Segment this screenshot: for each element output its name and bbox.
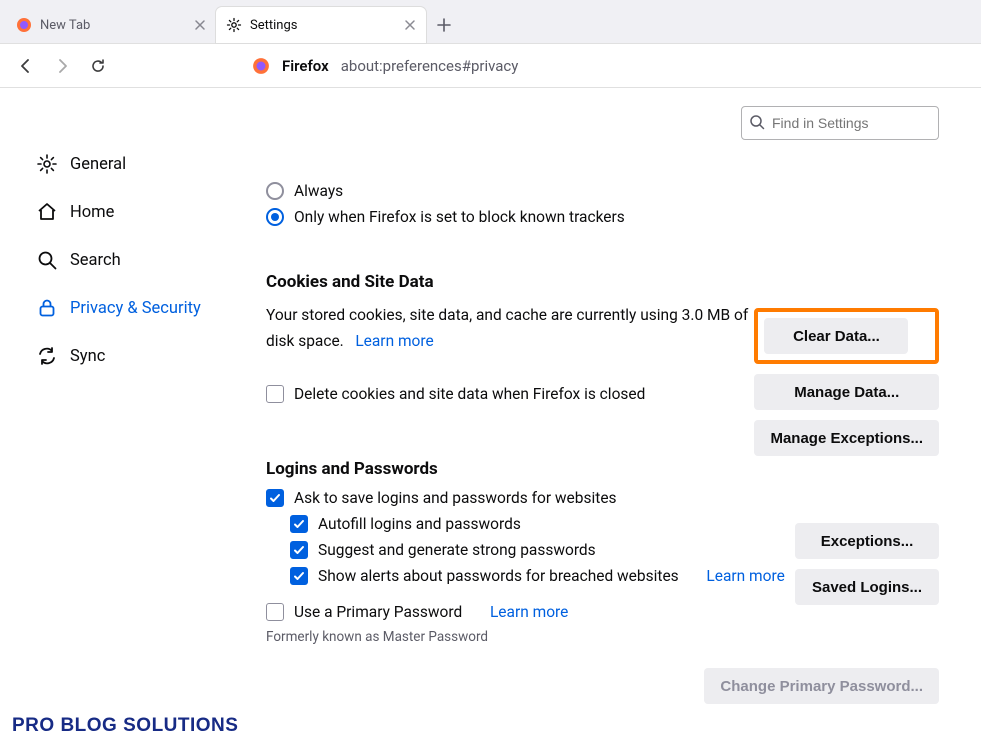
main-content: Always Only when Firefox is set to block… <box>258 88 981 745</box>
primary-learn-more-link[interactable]: Learn more <box>490 603 568 621</box>
find-settings-wrap <box>741 106 939 140</box>
url-bar[interactable]: Firefox about:preferences#privacy <box>252 57 518 75</box>
find-settings-input[interactable] <box>741 106 939 140</box>
tab-new-tab[interactable]: New Tab <box>6 7 216 43</box>
manage-exceptions-button[interactable]: Manage Exceptions... <box>754 420 939 456</box>
radio-label: Always <box>294 182 343 200</box>
url-context: Firefox <box>282 57 329 75</box>
sidebar-item-label: Search <box>70 251 121 270</box>
url-path: about:preferences#privacy <box>341 57 519 75</box>
search-icon <box>36 249 58 271</box>
checkbox-label: Autofill logins and passwords <box>318 515 521 533</box>
cookies-learn-more-link[interactable]: Learn more <box>355 332 433 350</box>
tab-settings[interactable]: Settings <box>216 7 426 43</box>
close-icon[interactable] <box>404 19 416 31</box>
checkbox-unchecked[interactable] <box>266 603 284 621</box>
home-icon <box>36 201 58 223</box>
reload-button[interactable] <box>86 54 110 78</box>
lock-icon <box>36 297 58 319</box>
sidebar-item-label: Sync <box>70 347 105 366</box>
sidebar-item-label: General <box>70 155 126 174</box>
watermark: PRO BLOG SOLUTIONS <box>12 715 238 737</box>
cookies-desc: Your stored cookies, site data, and cach… <box>266 302 766 355</box>
dnt-only-row[interactable]: Only when Firefox is set to block known … <box>266 208 941 226</box>
checkbox-label: Show alerts about passwords for breached… <box>318 567 679 585</box>
forward-button[interactable] <box>50 54 74 78</box>
cookies-desc-text: Your stored cookies, site data, and cach… <box>266 306 748 350</box>
sidebar: General Home Search Privacy & Security S… <box>0 88 258 745</box>
gear-icon <box>36 153 58 175</box>
sync-icon <box>36 345 58 367</box>
tab-label: New Tab <box>40 18 90 33</box>
page: General Home Search Privacy & Security S… <box>0 88 981 745</box>
clear-data-highlight: Clear Data... <box>754 308 939 364</box>
new-tab-button[interactable] <box>426 7 462 43</box>
checkbox-checked[interactable] <box>290 567 308 585</box>
checkbox-label: Use a Primary Password <box>294 603 462 621</box>
saved-logins-button[interactable]: Saved Logins... <box>795 569 939 605</box>
close-icon[interactable] <box>194 19 206 31</box>
checkbox-checked[interactable] <box>290 515 308 533</box>
change-primary-password-button[interactable]: Change Primary Password... <box>704 668 939 704</box>
checkbox-unchecked[interactable] <box>266 385 284 403</box>
back-button[interactable] <box>14 54 38 78</box>
checkbox-label: Ask to save logins and passwords for web… <box>294 489 617 507</box>
sidebar-item-search[interactable]: Search <box>36 236 258 284</box>
primary-password-row[interactable]: Use a Primary Password Learn more <box>266 603 941 621</box>
firefox-icon <box>16 17 32 33</box>
radio-unchecked[interactable] <box>266 182 284 200</box>
cookies-section-title: Cookies and Site Data <box>266 272 941 292</box>
logins-exceptions-button[interactable]: Exceptions... <box>795 523 939 559</box>
sidebar-item-label: Privacy & Security <box>70 299 201 318</box>
checkbox-checked[interactable] <box>266 489 284 507</box>
sidebar-item-privacy[interactable]: Privacy & Security <box>36 284 258 332</box>
dnt-always-row[interactable]: Always <box>266 182 941 200</box>
clear-data-button[interactable]: Clear Data... <box>764 318 908 354</box>
toolbar: Firefox about:preferences#privacy <box>0 44 981 88</box>
sidebar-item-home[interactable]: Home <box>36 188 258 236</box>
checkbox-label: Delete cookies and site data when Firefo… <box>294 385 645 403</box>
sidebar-item-general[interactable]: General <box>36 140 258 188</box>
formerly-note: Formerly known as Master Password <box>266 629 941 645</box>
breach-learn-more-link[interactable]: Learn more <box>706 567 784 585</box>
search-icon <box>749 114 765 130</box>
logins-section-title: Logins and Passwords <box>266 459 941 479</box>
checkbox-checked[interactable] <box>290 541 308 559</box>
manage-data-button[interactable]: Manage Data... <box>754 374 939 410</box>
sidebar-item-sync[interactable]: Sync <box>36 332 258 380</box>
firefox-icon <box>252 57 270 75</box>
sidebar-item-label: Home <box>70 203 114 222</box>
radio-checked[interactable] <box>266 208 284 226</box>
tab-strip: New Tab Settings <box>0 0 981 44</box>
tab-label: Settings <box>250 18 297 33</box>
ask-save-logins-row[interactable]: Ask to save logins and passwords for web… <box>266 489 941 507</box>
gear-icon <box>226 17 242 33</box>
checkbox-label: Suggest and generate strong passwords <box>318 541 596 559</box>
radio-label: Only when Firefox is set to block known … <box>294 208 625 226</box>
